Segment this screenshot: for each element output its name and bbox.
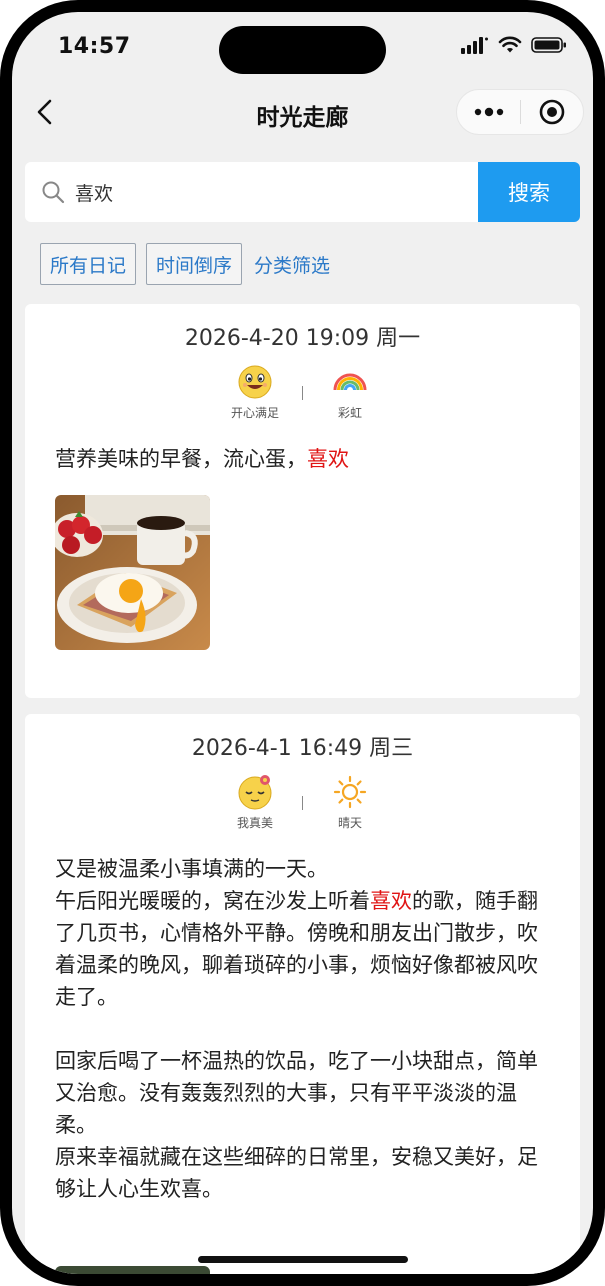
blushing-face-icon (237, 774, 273, 810)
status-time: 14:57 (58, 34, 131, 59)
diary-entry-card[interactable]: 2026-4-20 19:09 周一 开心满足 彩虹 营养美味的早餐，流心蛋，喜… (25, 304, 580, 698)
content-paragraph: 又是被温柔小事填满的一天。 (55, 853, 552, 885)
time-desc-button[interactable]: 时间倒序 (146, 243, 243, 285)
happy-face-icon (237, 364, 273, 400)
mood-item: 开心满足 (220, 364, 290, 421)
battery-icon (531, 36, 567, 58)
breakfast-photo[interactable] (55, 495, 210, 650)
content-paragraph: 营养美味的早餐，流心蛋，喜欢 (55, 443, 552, 475)
entry-date: 2026-4-1 16:49 周三 (191, 736, 414, 761)
weather-item: 彩虹 (315, 364, 385, 421)
search-box (25, 162, 480, 222)
entry-content: 又是被温柔小事填满的一天。午后阳光暖暖的，窝在沙发上听着喜欢的歌，随手翻了几页书… (25, 853, 580, 1205)
category-filter-link[interactable]: 分类筛选 (252, 251, 330, 278)
keyword-highlight: 喜欢 (370, 889, 412, 913)
screen: 14:57 时光走廊 喜欢 搜索 所有日记 时间倒序 分类筛选 2026-4-2… (12, 12, 593, 1274)
filter-bar: 所有日记 时间倒序 分类筛选 (40, 243, 330, 285)
search-icon (42, 181, 65, 204)
content-paragraph: 午后阳光暖暖的，窝在沙发上听着喜欢的歌，随手翻了几页书，心情格外平静。傍晚和朋友… (55, 885, 552, 1013)
rainbow-icon (332, 364, 368, 400)
mood-label: 我真美 (236, 816, 273, 830)
content-paragraph: 原来幸福就藏在这些细碎的日常里，安稳又美好，足够让人心生欢喜。 (55, 1141, 552, 1205)
entry-photo[interactable] (55, 1266, 210, 1274)
mood-label: 开心满足 (230, 406, 279, 420)
content-paragraph (55, 1013, 552, 1045)
keyword-highlight: 喜欢 (307, 447, 349, 471)
all-diaries-button[interactable]: 所有日记 (40, 243, 137, 285)
mood-item: 我真美 (220, 774, 290, 831)
sun-icon (333, 774, 367, 810)
weather-item: 晴天 (315, 774, 385, 831)
search-button[interactable]: 搜索 (478, 162, 580, 222)
content-paragraph: 回家后喝了一杯温热的饮品，吃了一小块甜点，简单又治愈。没有轰轰烈烈的大事，只有平… (55, 1045, 552, 1141)
diary-entry-card[interactable]: 2026-4-1 16:49 周三 我真美 晴天 又是被温柔小事填满的一天。 午… (25, 714, 580, 1274)
target-circle-icon (539, 99, 565, 125)
dynamic-island (219, 26, 386, 74)
mini-program-capsule (456, 89, 584, 135)
signal-icon (461, 36, 489, 58)
weather-label: 晴天 (337, 816, 362, 830)
entry-content: 营养美味的早餐，流心蛋，喜欢 (25, 443, 580, 475)
home-indicator[interactable] (198, 1256, 408, 1263)
mood-divider (302, 386, 303, 400)
phone-frame: 14:57 时光走廊 喜欢 搜索 所有日记 时间倒序 分类筛选 2026-4-2… (0, 0, 605, 1286)
status-icons (461, 36, 567, 58)
close-program-button[interactable] (521, 90, 583, 134)
content-text: 回家后喝了一杯温热的饮品，吃了一小块甜点，简单又治愈。没有轰轰烈烈的大事，只有平… (55, 1049, 538, 1137)
entry-date: 2026-4-20 19:09 周一 (184, 326, 421, 351)
weather-label: 彩虹 (337, 406, 362, 420)
content-text: 又是被温柔小事填满的一天。 (55, 857, 328, 881)
mood-row: 开心满足 彩虹 (25, 364, 580, 421)
more-dots-icon (474, 107, 503, 117)
wifi-icon (498, 36, 522, 58)
content-text: 原来幸福就藏在这些细碎的日常里，安稳又美好，足够让人心生欢喜。 (55, 1145, 538, 1201)
mood-row: 我真美 晴天 (25, 774, 580, 831)
content-text: 午后阳光暖暖的，窝在沙发上听着 (55, 889, 370, 913)
more-button[interactable] (457, 90, 520, 134)
mood-divider (302, 796, 303, 810)
content-text: 营养美味的早餐，流心蛋， (55, 447, 307, 471)
search-input[interactable] (75, 181, 455, 203)
